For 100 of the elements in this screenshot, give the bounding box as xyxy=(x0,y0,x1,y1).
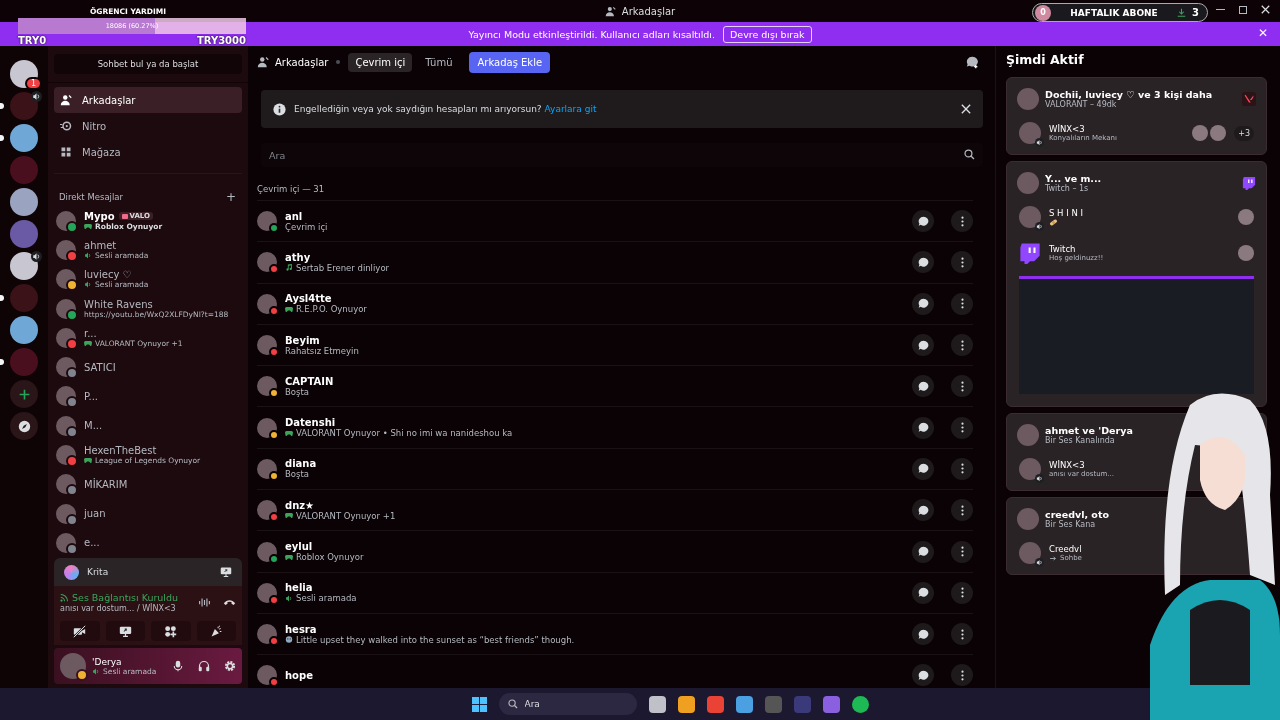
server-icon[interactable] xyxy=(10,316,38,344)
more-button[interactable] xyxy=(951,210,973,233)
friend-row[interactable]: CAPTAIN Boşta xyxy=(257,365,973,407)
noise-suppression-icon[interactable] xyxy=(198,597,211,608)
headphones-icon[interactable] xyxy=(198,660,210,672)
dm-item[interactable]: P... xyxy=(54,381,242,412)
dm-item[interactable]: juan xyxy=(54,498,242,529)
settings-link[interactable]: Ayarlara git xyxy=(544,104,597,114)
more-button[interactable] xyxy=(951,581,973,604)
tab[interactable]: Tümü xyxy=(418,52,460,72)
friend-row[interactable]: Aysl4tte R.E.P.O. Oynuyor xyxy=(257,282,973,324)
speaker-icon xyxy=(1035,138,1044,147)
server-icon[interactable] xyxy=(10,188,38,216)
add-friend-button[interactable]: Arkadaş Ekle xyxy=(469,51,551,73)
speaker-icon xyxy=(1035,222,1044,231)
user-name: Beyim xyxy=(285,334,321,346)
add-server-button[interactable] xyxy=(10,380,38,408)
search-icon xyxy=(964,149,975,160)
message-button[interactable] xyxy=(912,416,934,439)
message-button[interactable] xyxy=(912,375,934,398)
server-icon[interactable] xyxy=(10,124,38,152)
friend-row[interactable]: Beyim Rahatsız Etmeyin xyxy=(257,323,973,366)
friend-row[interactable]: Datenshi VALORANT Oynuyor • Shi no imi wa nanideshou ka xyxy=(257,406,973,448)
stream-preview[interactable] xyxy=(1019,276,1254,394)
server-icon[interactable] xyxy=(10,60,38,88)
tab[interactable]: Çevrim içi xyxy=(348,52,413,72)
avatar xyxy=(1238,209,1254,225)
message-button[interactable] xyxy=(912,210,934,233)
message-button[interactable] xyxy=(912,251,934,274)
message-button[interactable] xyxy=(912,664,934,687)
chat-bubble-icon xyxy=(917,628,929,640)
disable-button[interactable]: Devre dışı bırak xyxy=(723,25,812,43)
compass-icon xyxy=(17,419,31,433)
friend-row[interactable]: helia Sesli aramada xyxy=(257,571,973,613)
friend-row[interactable]: hesra Little upset they walked into the sunset as “best friends” though. xyxy=(257,612,973,655)
discover-button[interactable] xyxy=(10,412,38,440)
message-button[interactable] xyxy=(912,457,934,480)
user-name: helia xyxy=(285,582,314,594)
nav-item[interactable]: Mağaza xyxy=(54,139,242,165)
message-button[interactable] xyxy=(912,623,934,646)
more-icon xyxy=(960,422,964,434)
taskbar-search-field[interactable]: Ara xyxy=(498,693,637,715)
server-icon[interactable] xyxy=(10,252,38,280)
friend-row[interactable]: eylul Roblox Oynuyor xyxy=(257,530,973,572)
new-group-dm-icon[interactable] xyxy=(966,55,979,69)
app-icon[interactable] xyxy=(735,695,753,713)
avatar xyxy=(1019,542,1041,564)
message-button[interactable] xyxy=(912,499,934,522)
friend-row[interactable]: athy Sertab Erener dinliyor xyxy=(257,241,973,283)
nav-item[interactable]: Arkadaşlar xyxy=(54,87,242,113)
settings-icon[interactable] xyxy=(224,660,236,672)
nav-item[interactable]: Nitro xyxy=(54,113,242,139)
dm-item[interactable]: M... xyxy=(54,411,242,441)
more-button[interactable] xyxy=(951,664,973,687)
game-controller-icon xyxy=(285,512,293,520)
disconnect-icon[interactable] xyxy=(223,597,236,608)
windows-start-icon[interactable] xyxy=(471,696,487,712)
add-dm-button[interactable]: + xyxy=(225,190,236,204)
message-button[interactable] xyxy=(912,581,934,604)
screen-share-icon[interactable] xyxy=(220,566,232,578)
app-icon[interactable] xyxy=(822,695,840,713)
more-icon xyxy=(960,339,964,351)
friend-row[interactable]: anl Çevrim içi xyxy=(257,200,973,242)
message-button[interactable] xyxy=(912,292,934,315)
more-button[interactable] xyxy=(951,416,973,439)
close-button[interactable]: ✕ xyxy=(1255,26,1270,40)
more-button[interactable] xyxy=(951,292,973,315)
maximize-button[interactable] xyxy=(1239,5,1247,14)
app-icon[interactable] xyxy=(677,695,695,713)
friend-row[interactable]: diana Boşta xyxy=(257,447,973,490)
search-button[interactable]: Sohbet bul ya da başlat xyxy=(54,54,242,74)
more-button[interactable] xyxy=(951,375,973,398)
more-button[interactable] xyxy=(951,251,973,274)
friends-icon xyxy=(60,94,72,106)
soundboard-button[interactable] xyxy=(196,621,236,641)
game-controller-icon xyxy=(285,553,293,561)
more-button[interactable] xyxy=(951,623,973,646)
camera-off-button[interactable] xyxy=(60,621,100,641)
dm-item[interactable]: e... xyxy=(54,528,242,554)
message-button[interactable] xyxy=(912,540,934,563)
dm-item[interactable]: SATICI xyxy=(54,352,242,382)
more-button[interactable] xyxy=(951,334,973,357)
friend-row[interactable]: dnz★ VALORANT Oynuyor +1 xyxy=(257,489,973,531)
close-icon[interactable] xyxy=(1261,5,1270,14)
app-icon[interactable] xyxy=(706,695,724,713)
screen-share-button[interactable] xyxy=(105,621,145,641)
avatar xyxy=(1019,206,1041,228)
user-name: CAPTAIN xyxy=(285,375,334,387)
more-button[interactable] xyxy=(951,457,973,480)
microphone-icon[interactable] xyxy=(172,660,184,672)
close-icon[interactable] xyxy=(961,104,971,114)
app-icon[interactable] xyxy=(648,695,666,713)
recent-count: 3 xyxy=(1192,7,1199,18)
dm-item[interactable]: MİKARIM xyxy=(54,469,242,499)
chat-bubble-icon xyxy=(917,422,929,434)
activities-button[interactable] xyxy=(151,621,191,641)
app-icon[interactable] xyxy=(851,695,869,713)
more-button[interactable] xyxy=(951,540,973,563)
more-button[interactable] xyxy=(951,499,973,522)
message-button[interactable] xyxy=(912,334,934,357)
